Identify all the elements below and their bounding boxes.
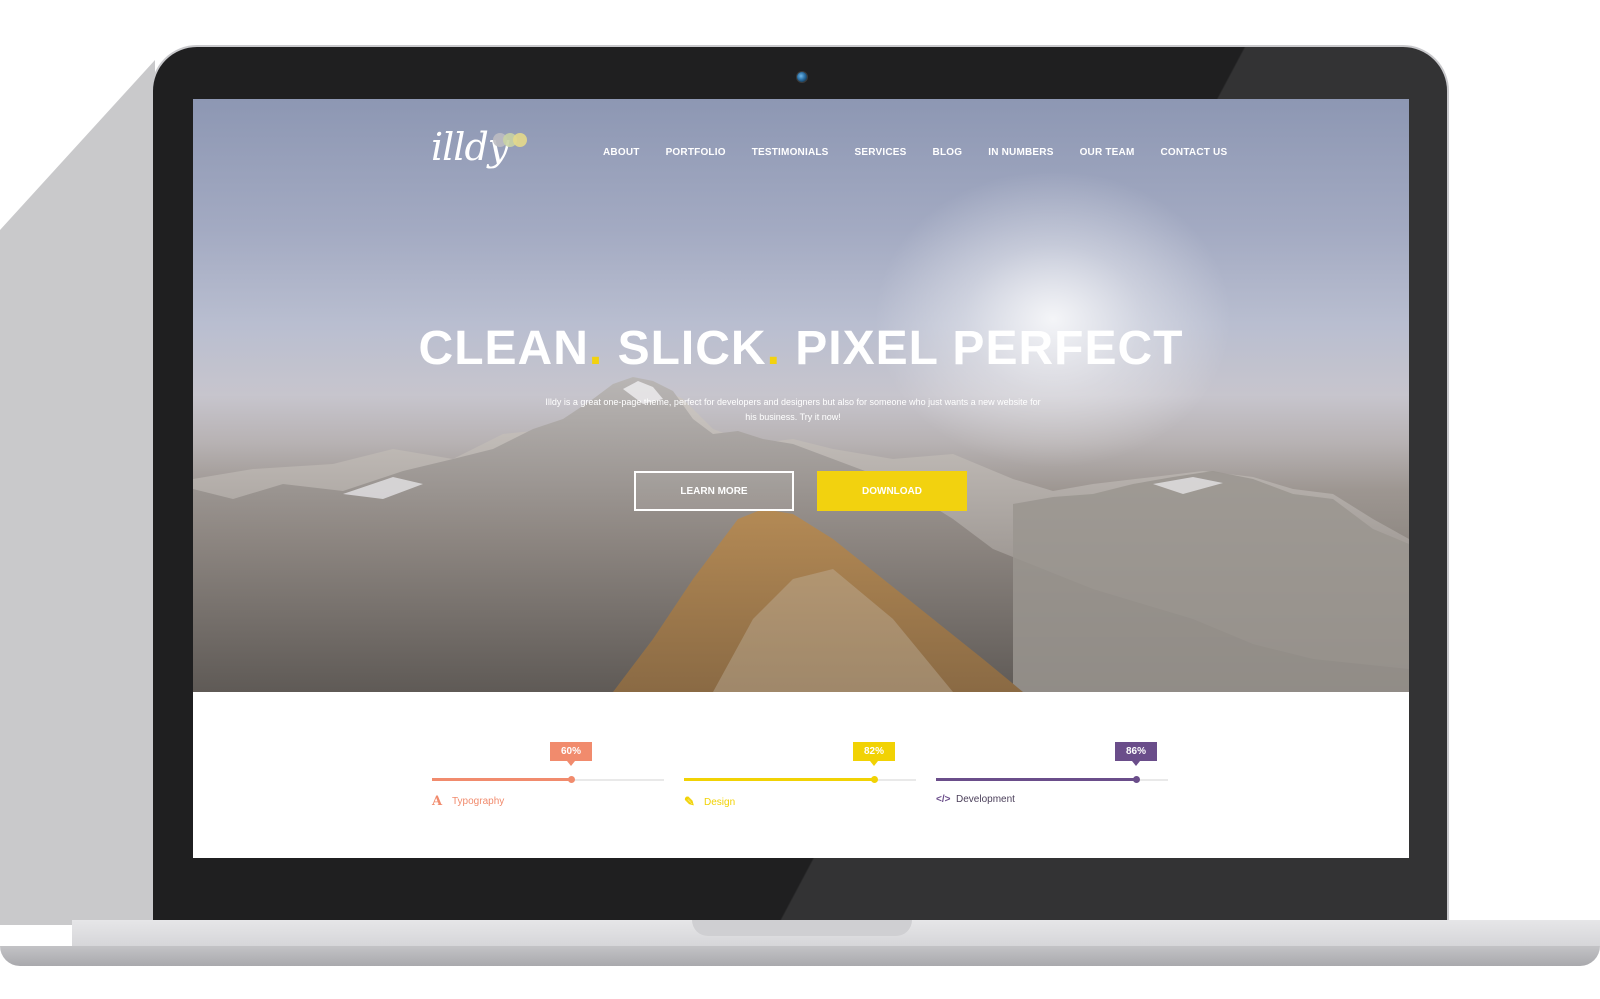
main-nav: ABOUT PORTFOLIO TESTIMONIALS SERVICES BL… <box>603 147 1253 158</box>
site-logo[interactable]: illdy <box>431 123 541 179</box>
skill-label: ✎ Design <box>684 794 735 810</box>
skill-fill <box>936 778 1136 781</box>
hero-headline: CLEAN. SLICK. PIXEL PERFECT <box>193 321 1409 376</box>
hero-section: illdy ABOUT PORTFOLIO TESTIMONIALS SERVI… <box>193 99 1409 692</box>
nav-item-contact-us[interactable]: CONTACT US <box>1161 147 1228 158</box>
download-button[interactable]: DOWNLOAD <box>817 471 967 511</box>
logo-dot <box>513 133 527 147</box>
nav-item-in-numbers[interactable]: IN NUMBERS <box>988 147 1053 158</box>
skill-label-text: Typography <box>452 796 505 807</box>
skill-percent-badge: 82% <box>853 742 895 766</box>
skill-fill <box>432 778 571 781</box>
hero-subtext: Illdy is a great one-page theme, perfect… <box>545 397 1041 422</box>
pencil-icon: ✎ <box>684 794 695 809</box>
laptop-mockup: illdy ABOUT PORTFOLIO TESTIMONIALS SERVI… <box>0 0 1600 999</box>
headline-clean: CLEAN <box>418 322 589 375</box>
skill-design: 82% ✎ Design <box>684 742 916 822</box>
skill-typography: 60% A Typography <box>432 742 664 822</box>
nav-item-about[interactable]: ABOUT <box>603 147 640 158</box>
headline-dot: . <box>588 322 604 375</box>
skill-label: A Typography <box>432 794 504 809</box>
headline-dot: . <box>766 322 781 375</box>
skill-percent-badge: 86% <box>1115 742 1157 766</box>
skill-label-text: Development <box>956 794 1015 805</box>
skill-development: 86% </> Development <box>936 742 1168 822</box>
skill-knob <box>871 776 878 783</box>
base-notch <box>692 920 912 936</box>
headline-slick: SLICK <box>617 322 767 375</box>
base-lip <box>0 946 1600 966</box>
skill-label-text: Design <box>704 796 736 808</box>
logo-text: illdy <box>431 125 509 169</box>
learn-more-button[interactable]: LEARN MORE <box>634 471 794 511</box>
nav-item-blog[interactable]: BLOG <box>933 147 963 158</box>
nav-item-our-team[interactable]: OUR TEAM <box>1080 147 1135 158</box>
laptop-base <box>0 920 1600 970</box>
typography-icon: A <box>432 794 443 809</box>
skill-fill <box>684 778 874 781</box>
headline-pixel-perfect: PIXEL PERFECT <box>795 322 1184 375</box>
skill-knob <box>568 776 575 783</box>
camera-icon <box>796 71 808 83</box>
website-screen: illdy ABOUT PORTFOLIO TESTIMONIALS SERVI… <box>193 99 1409 858</box>
skill-knob <box>1133 776 1140 783</box>
skill-percent-badge: 60% <box>550 742 592 766</box>
code-icon: </> <box>936 794 951 805</box>
skill-label: </> Development <box>936 794 1015 805</box>
nav-item-testimonials[interactable]: TESTIMONIALS <box>752 147 829 158</box>
nav-item-services[interactable]: SERVICES <box>855 147 907 158</box>
nav-item-portfolio[interactable]: PORTFOLIO <box>666 147 726 158</box>
skills-section: 60% A Typography 82% ✎ Design 86% </> De… <box>193 692 1409 858</box>
